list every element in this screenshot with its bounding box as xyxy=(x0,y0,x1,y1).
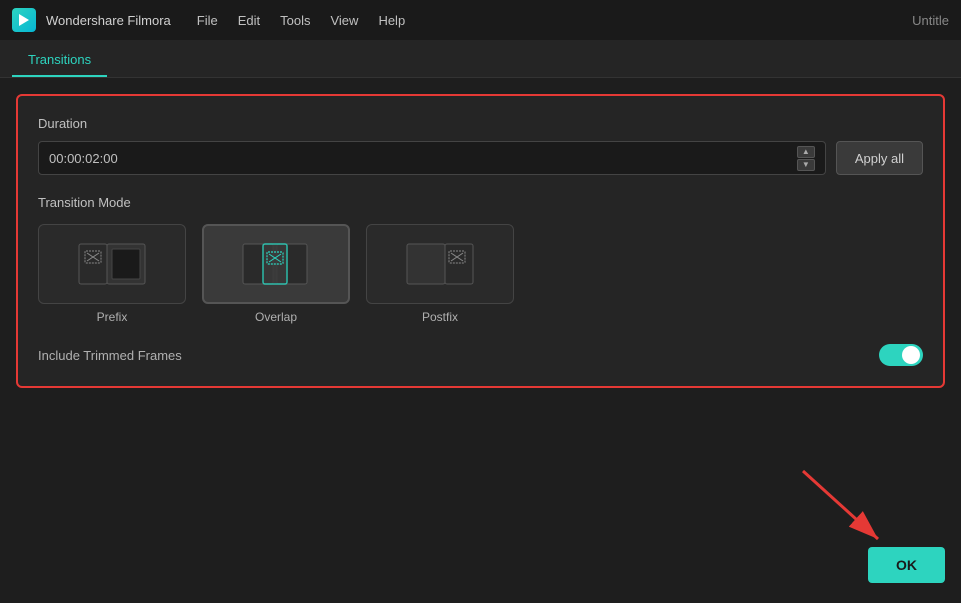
include-trimmed-row: Include Trimmed Frames xyxy=(38,344,923,366)
menu-view[interactable]: View xyxy=(330,13,358,28)
settings-panel: Duration ▲ ▼ Apply all Transition Mode xyxy=(16,94,945,388)
spinner-down-button[interactable]: ▼ xyxy=(797,159,815,171)
app-logo xyxy=(12,8,36,32)
footer-area: OK xyxy=(868,547,945,583)
menu-file[interactable]: File xyxy=(197,13,218,28)
duration-input-wrapper: ▲ ▼ xyxy=(38,141,826,175)
titlebar: Wondershare Filmora File Edit Tools View… xyxy=(0,0,961,40)
postfix-icon xyxy=(405,239,475,289)
mode-overlap-box[interactable] xyxy=(202,224,350,304)
spinner-up-button[interactable]: ▲ xyxy=(797,146,815,158)
app-name: Wondershare Filmora xyxy=(46,13,171,28)
arrow-indicator xyxy=(783,461,903,561)
transition-mode-label: Transition Mode xyxy=(38,195,923,210)
mode-prefix-box[interactable] xyxy=(38,224,186,304)
menu-tools[interactable]: Tools xyxy=(280,13,310,28)
mode-overlap-label: Overlap xyxy=(255,310,297,324)
duration-input[interactable] xyxy=(49,151,789,166)
mode-prefix-label: Prefix xyxy=(97,310,128,324)
mode-prefix[interactable]: Prefix xyxy=(38,224,186,324)
ok-button[interactable]: OK xyxy=(868,547,945,583)
prefix-icon xyxy=(77,239,147,289)
tab-bar: Transitions xyxy=(0,40,961,78)
mode-postfix[interactable]: Postfix xyxy=(366,224,514,324)
include-trimmed-label: Include Trimmed Frames xyxy=(38,348,182,363)
mode-postfix-box[interactable] xyxy=(366,224,514,304)
main-content: Duration ▲ ▼ Apply all Transition Mode xyxy=(0,78,961,603)
toggle-knob xyxy=(902,346,920,364)
spinner-buttons: ▲ ▼ xyxy=(797,146,815,171)
menu-help[interactable]: Help xyxy=(378,13,405,28)
tab-transitions[interactable]: Transitions xyxy=(12,44,107,77)
mode-overlap[interactable]: Overlap xyxy=(202,224,350,324)
include-trimmed-toggle[interactable] xyxy=(879,344,923,366)
mode-cards: Prefix Overlap xyxy=(38,224,923,324)
apply-all-button[interactable]: Apply all xyxy=(836,141,923,175)
mode-postfix-label: Postfix xyxy=(422,310,458,324)
duration-row: ▲ ▼ Apply all xyxy=(38,141,923,175)
menu-bar: File Edit Tools View Help xyxy=(197,13,405,28)
overlap-icon xyxy=(241,239,311,289)
menu-edit[interactable]: Edit xyxy=(238,13,260,28)
duration-label: Duration xyxy=(38,116,923,131)
window-title: Untitle xyxy=(912,13,949,28)
